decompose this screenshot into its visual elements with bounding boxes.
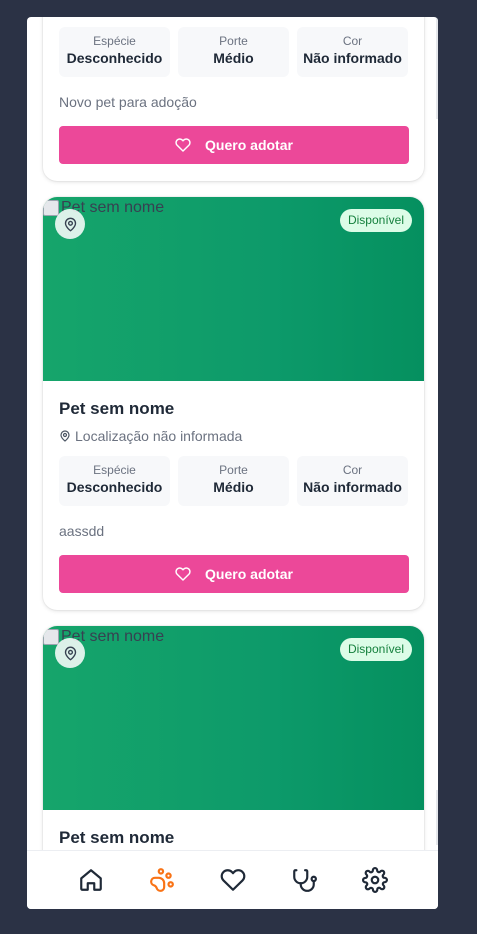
pet-stats: Espécie Desconhecido Porte Médio Cor Não…: [59, 456, 408, 506]
status-badge: Disponível: [339, 209, 412, 232]
stat-color: Cor Não informado: [297, 456, 408, 506]
pet-image[interactable]: Pet sem nome Disponível: [43, 197, 424, 381]
pet-description: aassdd: [59, 523, 105, 539]
pet-name: Pet sem nome: [59, 828, 175, 847]
stat-species: Espécie Desconhecido: [59, 456, 170, 506]
pet-card: Pet sem nome Disponível Pet sem nome Loc…: [43, 197, 424, 610]
scrollbar-track[interactable]: [436, 790, 438, 845]
heart-icon: [175, 567, 191, 581]
stat-label: Cor: [342, 463, 363, 477]
nav-settings[interactable]: [361, 867, 388, 893]
nav-favorites[interactable]: [220, 867, 246, 893]
map-pin-icon: [60, 430, 70, 442]
pet-stats: Espécie Desconhecido Porte Médio Cor Não…: [59, 27, 408, 77]
stat-species: Espécie Desconhecido: [59, 27, 170, 77]
pet-card: Espécie Desconhecido Porte Médio Cor Não…: [43, 17, 424, 181]
stat-label: Espécie: [93, 463, 136, 477]
adopt-button[interactable]: Quero adotar: [59, 555, 409, 593]
pet-card: Pet sem nome Disponível Pet sem nome: [43, 626, 424, 850]
map-pin-icon: [64, 217, 76, 231]
pet-list[interactable]: Espécie Desconhecido Porte Médio Cor Não…: [27, 17, 438, 850]
pet-location-text: Localização não informada: [75, 428, 243, 444]
broken-image-icon: [43, 629, 59, 645]
adopt-button-label: Quero adotar: [205, 566, 293, 582]
nav-pets[interactable]: [149, 867, 175, 893]
bottom-nav: [27, 850, 438, 909]
pet-location: Localização não informada: [59, 428, 408, 444]
heart-icon: [220, 869, 245, 891]
stat-value: Médio: [213, 479, 254, 495]
stat-value: Médio: [213, 50, 254, 66]
adopt-button[interactable]: Quero adotar: [59, 126, 409, 164]
stat-size: Porte Médio: [178, 456, 289, 506]
nav-home[interactable]: [78, 867, 104, 893]
stat-size: Porte Médio: [178, 27, 289, 77]
nav-health[interactable]: [291, 867, 317, 893]
stat-label: Espécie: [93, 34, 136, 48]
broken-image-icon: [43, 200, 59, 216]
scrollbar-track[interactable]: [436, 17, 438, 119]
stat-value: Desconhecido: [66, 50, 163, 66]
location-button[interactable]: [55, 209, 85, 239]
stat-value: Não informado: [303, 479, 402, 495]
home-icon: [79, 869, 102, 891]
app-screen: Espécie Desconhecido Porte Médio Cor Não…: [27, 17, 438, 909]
stat-label: Cor: [342, 34, 363, 48]
pet-description: Novo pet para adoção: [59, 94, 197, 110]
adopt-button-label: Quero adotar: [205, 137, 293, 153]
stat-label: Porte: [219, 34, 248, 48]
stethoscope-icon: [292, 869, 317, 892]
location-button[interactable]: [55, 638, 85, 668]
stat-color: Cor Não informado: [297, 27, 408, 77]
paw-icon: [149, 868, 174, 892]
heart-icon: [175, 138, 191, 152]
map-pin-icon: [64, 646, 76, 660]
stat-label: Porte: [219, 463, 248, 477]
pet-image[interactable]: Pet sem nome Disponível: [43, 626, 424, 810]
settings-icon: [361, 867, 388, 893]
status-badge: Disponível: [339, 638, 412, 661]
stat-value: Não informado: [303, 50, 402, 66]
pet-name: Pet sem nome: [59, 399, 175, 418]
stat-value: Desconhecido: [66, 479, 163, 495]
